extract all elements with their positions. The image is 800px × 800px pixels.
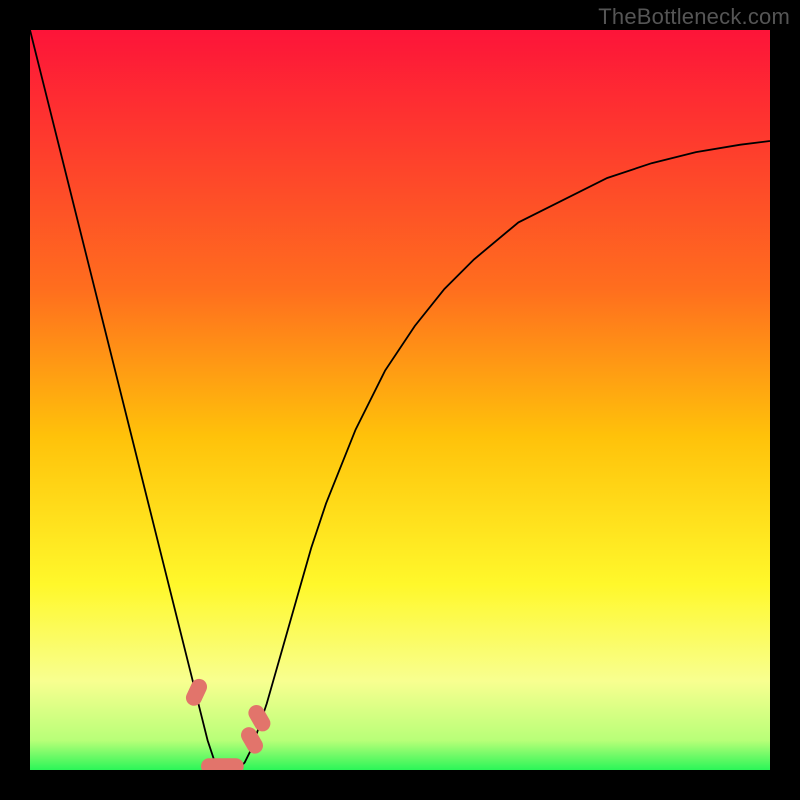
chart-background — [30, 30, 770, 770]
data-marker — [216, 758, 244, 770]
chart-svg — [30, 30, 770, 770]
watermark-text: TheBottleneck.com — [598, 4, 790, 30]
chart-frame: TheBottleneck.com — [0, 0, 800, 800]
